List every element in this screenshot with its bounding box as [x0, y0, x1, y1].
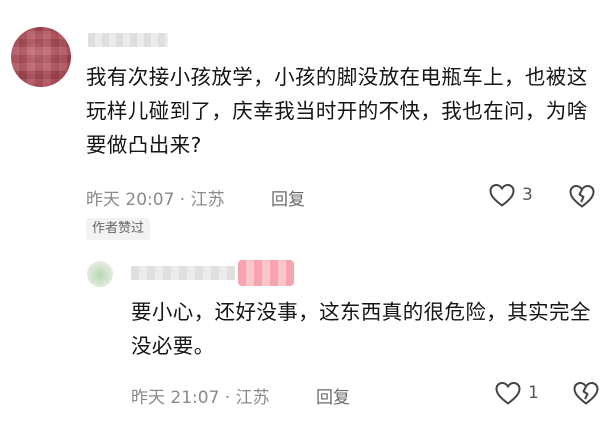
user-tag-blurred — [238, 260, 294, 286]
comment-meta: 昨天 20:07 · 江苏 — [86, 190, 225, 210]
reply-button[interactable]: 回复 — [271, 185, 305, 210]
heart-outline-icon — [489, 183, 515, 207]
broken-heart-icon — [569, 184, 595, 208]
username-blurred[interactable] — [88, 33, 168, 47]
dislike-button[interactable] — [572, 380, 600, 410]
heart-outline-icon — [495, 381, 521, 405]
author-liked-badge: 作者赞过 — [86, 218, 151, 240]
like-button[interactable]: 3 — [488, 182, 533, 208]
reply-meta: 昨天 21:07 · 江苏 — [131, 388, 270, 408]
like-button[interactable]: 1 — [494, 380, 539, 406]
reply-item: 要小心，还好没事，这东西真的很危险，其实完全没必要。 昨天 21:07 · 江苏… — [0, 245, 616, 424]
username-blurred[interactable] — [131, 266, 235, 280]
like-count: 1 — [528, 383, 539, 403]
like-count: 3 — [522, 185, 533, 205]
broken-heart-icon — [573, 381, 599, 405]
comment-text: 我有次接小孩放学，小孩的脚没放在电瓶车上，也被这玩样儿碰到了，庆幸我当时开的不快… — [86, 65, 588, 157]
dislike-button[interactable] — [568, 183, 596, 213]
avatar[interactable] — [87, 261, 113, 287]
avatar[interactable] — [11, 27, 71, 87]
reply-text: 要小心，还好没事，这东西真的很危险，其实完全没必要。 — [131, 300, 591, 358]
reply-button[interactable]: 回复 — [316, 383, 350, 408]
comment-item: 我有次接小孩放学，小孩的脚没放在电瓶车上，也被这玩样儿碰到了，庆幸我当时开的不快… — [0, 0, 616, 245]
